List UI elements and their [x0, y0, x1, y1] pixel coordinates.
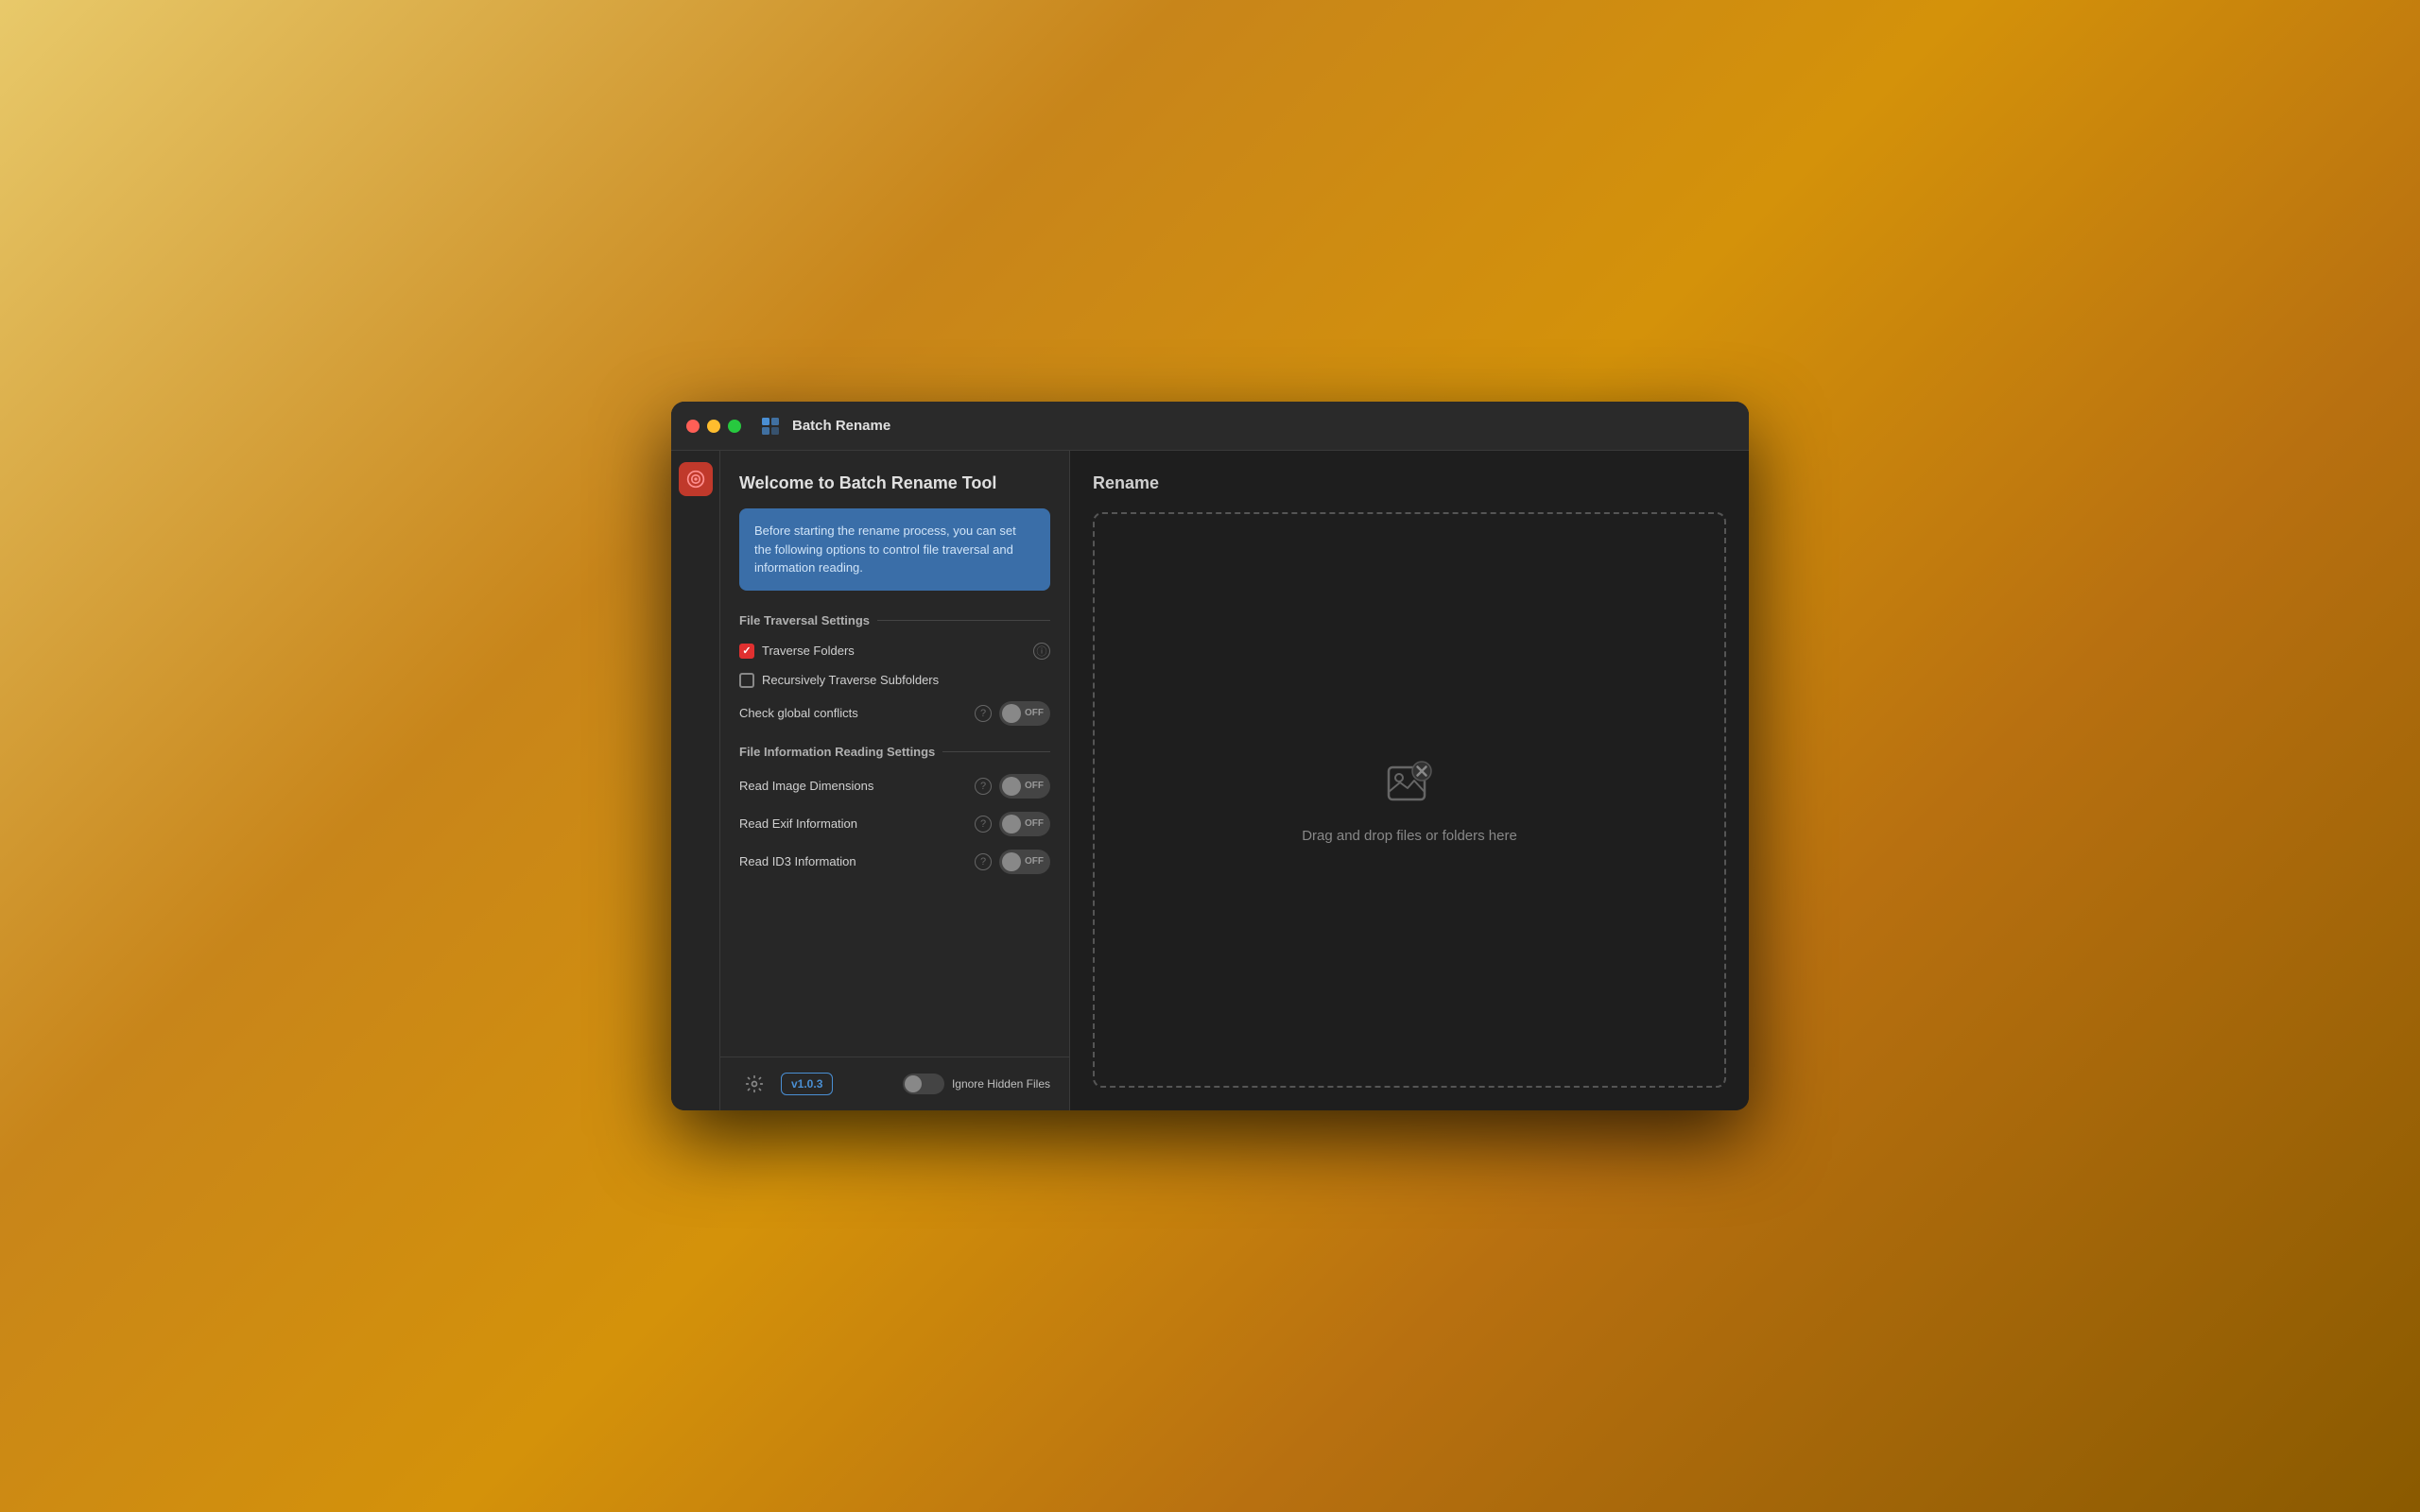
left-panel: Welcome to Batch Rename Tool Before star…	[720, 451, 1070, 1110]
close-button[interactable]	[686, 420, 700, 433]
read-image-dimensions-row: Read Image Dimensions ? OFF	[739, 774, 1050, 799]
maximize-button[interactable]	[728, 420, 741, 433]
read-id3-knob	[1002, 852, 1021, 871]
recursive-subfolders-row: Recursively Traverse Subfolders	[739, 673, 1050, 688]
section-divider-2	[942, 751, 1050, 752]
file-traversal-section: File Traversal Settings Traverse Folders…	[739, 613, 1050, 726]
file-info-section: File Information Reading Settings Read I…	[739, 745, 1050, 874]
read-exif-toggle[interactable]: OFF	[999, 812, 1050, 836]
app-icon	[758, 414, 783, 438]
section-divider-1	[877, 620, 1050, 621]
main-layout: Welcome to Batch Rename Tool Before star…	[671, 451, 1749, 1110]
ignore-hidden-files-label: Ignore Hidden Files	[952, 1077, 1050, 1091]
drop-text: Drag and drop files or folders here	[1302, 828, 1517, 844]
drop-zone[interactable]: Drag and drop files or folders here	[1093, 512, 1726, 1088]
check-global-conflicts-toggle-knob	[1002, 704, 1021, 723]
read-exif-knob	[1002, 815, 1021, 833]
version-badge: v1.0.3	[781, 1073, 833, 1095]
check-global-conflicts-label: Check global conflicts	[739, 706, 967, 720]
read-image-dimensions-toggle[interactable]: OFF	[999, 774, 1050, 799]
file-traversal-header: File Traversal Settings	[739, 613, 1050, 627]
read-id3-toggle-text: OFF	[1025, 856, 1044, 867]
read-id3-toggle[interactable]: OFF	[999, 850, 1050, 874]
minimize-button[interactable]	[707, 420, 720, 433]
read-image-dimensions-toggle-text: OFF	[1025, 781, 1044, 791]
check-global-conflicts-row: Check global conflicts ? OFF	[739, 701, 1050, 726]
traverse-folders-checkbox[interactable]	[739, 644, 754, 659]
check-global-conflicts-info-icon[interactable]: ?	[975, 705, 992, 722]
read-image-dimensions-knob	[1002, 777, 1021, 796]
right-panel: Rename Drag and drop files or folders he…	[1070, 451, 1749, 1110]
read-image-dimensions-info-icon[interactable]: ?	[975, 778, 992, 795]
recursive-subfolders-label: Recursively Traverse Subfolders	[762, 673, 1050, 687]
file-traversal-title: File Traversal Settings	[739, 613, 870, 627]
welcome-title: Welcome to Batch Rename Tool	[739, 473, 1050, 493]
app-title: Batch Rename	[792, 418, 890, 434]
recursive-subfolders-checkbox[interactable]	[739, 673, 754, 688]
traverse-folders-label: Traverse Folders	[762, 644, 1026, 658]
traverse-folders-info-icon[interactable]: ⓘ	[1033, 643, 1050, 660]
ignore-hidden-files-toggle[interactable]	[903, 1074, 944, 1094]
ignore-hidden-files-knob	[905, 1075, 922, 1092]
info-box: Before starting the rename process, you …	[739, 508, 1050, 591]
info-text: Before starting the rename process, you …	[754, 522, 1035, 577]
left-panel-footer: v1.0.3 Ignore Hidden Files	[720, 1057, 1069, 1110]
ignore-hidden-files-row: Ignore Hidden Files	[903, 1074, 1050, 1094]
check-global-conflicts-toggle-text: OFF	[1025, 708, 1044, 718]
read-image-dimensions-label: Read Image Dimensions	[739, 779, 967, 793]
file-info-header: File Information Reading Settings	[739, 745, 1050, 759]
read-exif-label: Read Exif Information	[739, 816, 967, 831]
read-id3-label: Read ID3 Information	[739, 854, 967, 868]
check-global-conflicts-toggle[interactable]: OFF	[999, 701, 1050, 726]
sidebar-icon-button[interactable]	[679, 462, 713, 496]
file-info-title: File Information Reading Settings	[739, 745, 935, 759]
traffic-lights	[686, 420, 741, 433]
read-exif-row: Read Exif Information ? OFF	[739, 812, 1050, 836]
sidebar-narrow	[671, 451, 720, 1110]
settings-button[interactable]	[739, 1069, 769, 1099]
read-exif-toggle-text: OFF	[1025, 818, 1044, 829]
drop-icon	[1381, 756, 1438, 813]
rename-title: Rename	[1093, 473, 1726, 493]
app-window: Batch Rename Welcome to Batch Rename Too…	[671, 402, 1749, 1110]
left-panel-content: Welcome to Batch Rename Tool Before star…	[720, 451, 1069, 1057]
read-id3-row: Read ID3 Information ? OFF	[739, 850, 1050, 874]
titlebar: Batch Rename	[671, 402, 1749, 451]
traverse-folders-row: Traverse Folders ⓘ	[739, 643, 1050, 660]
read-id3-info-icon[interactable]: ?	[975, 853, 992, 870]
read-exif-info-icon[interactable]: ?	[975, 816, 992, 833]
